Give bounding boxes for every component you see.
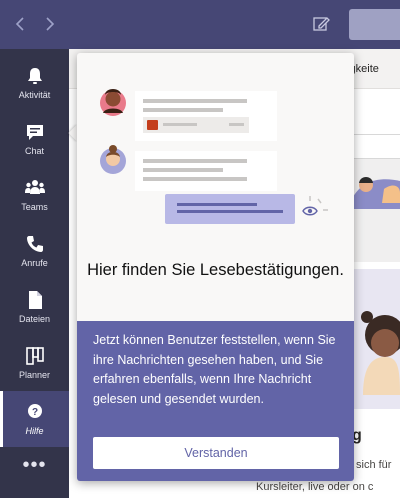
rail-item-label: Dateien — [18, 314, 51, 324]
rail-item-label: Teams — [21, 202, 48, 212]
teams-icon — [24, 177, 46, 199]
rail-item-hilfe[interactable]: ? Hilfe — [0, 391, 69, 447]
rail-item-label: Aktivität — [18, 90, 51, 100]
rail-item-planner[interactable]: Planner — [0, 335, 69, 391]
people-illustration-icon — [352, 177, 400, 209]
rail-item-label: Anrufe — [21, 258, 48, 268]
rail-item-dateien[interactable]: Dateien — [0, 279, 69, 335]
search-box[interactable] — [349, 9, 400, 40]
compose-icon[interactable] — [310, 13, 332, 35]
popup-body-text: Jetzt können Benutzer feststellen, wenn … — [93, 333, 336, 406]
rail-item-label: Chat — [24, 146, 44, 156]
popup-heading: Hier finden Sie Lesebestätigungen. — [87, 261, 344, 279]
svg-text:?: ? — [32, 407, 38, 418]
card-text: Kursleiter, live oder on c — [256, 481, 374, 493]
bell-icon — [24, 65, 46, 87]
rail-item-teams[interactable]: Teams — [0, 167, 69, 223]
popup-footer: Jetzt können Benutzer feststellen, wenn … — [77, 321, 354, 481]
read-receipts-illustration-icon — [100, 89, 328, 224]
got-it-button[interactable]: Verstanden — [93, 437, 339, 469]
title-bar — [0, 0, 400, 49]
arrow-right-icon[interactable] — [38, 13, 60, 35]
more-apps-button[interactable]: ••• — [0, 453, 69, 483]
phone-icon — [24, 233, 46, 255]
arrow-left-icon[interactable] — [10, 13, 32, 35]
rail-item-chat[interactable]: Chat — [0, 111, 69, 167]
file-icon — [24, 289, 46, 311]
rail-item-label: Hilfe — [25, 426, 44, 436]
rail-item-aktivitaet[interactable]: Aktivität — [0, 55, 69, 111]
read-receipts-popup: Hier finden Sie Lesebestätigungen. Jetzt… — [77, 53, 354, 481]
person-illustration-icon — [361, 311, 400, 395]
rail-item-label: Planner — [18, 370, 51, 380]
help-icon: ? — [24, 401, 46, 423]
chat-icon — [24, 121, 46, 143]
card-text: sich für — [356, 459, 392, 471]
planner-icon — [24, 345, 46, 367]
rail-item-anrufe[interactable]: Anrufe — [0, 223, 69, 279]
app-rail: Aktivität Chat Teams Anrufe Dateien Plan… — [0, 49, 69, 498]
